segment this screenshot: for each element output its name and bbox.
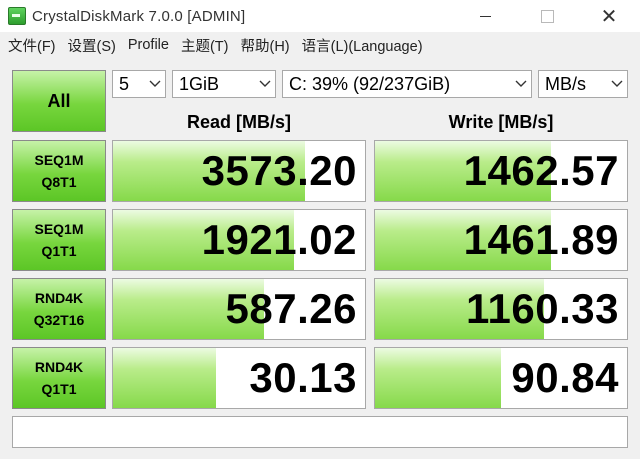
menu-settings[interactable]: 设置(S) — [62, 35, 122, 56]
write-value: 1461.89 — [463, 216, 619, 263]
write-value: 1160.33 — [465, 285, 619, 332]
menu-help[interactable]: 帮助(H) — [234, 35, 295, 56]
read-value: 3573.20 — [201, 147, 357, 194]
close-button[interactable]: ✕ — [578, 0, 640, 32]
all-button[interactable]: All — [12, 70, 106, 132]
test-button-seq1m-q1t1[interactable]: SEQ1M Q1T1 — [12, 209, 106, 271]
chevron-down-icon — [511, 71, 531, 97]
write-result-rnd4k-q1t1: 90.84 — [374, 347, 628, 409]
main-panel: All 5 1GiB C: 39% (92/237GiB) MB/s Read … — [0, 58, 640, 459]
write-bar — [375, 348, 501, 408]
read-value: 1921.02 — [201, 216, 357, 263]
read-value: 30.13 — [249, 354, 357, 401]
close-icon: ✕ — [600, 5, 618, 28]
chevron-down-icon — [607, 71, 627, 97]
write-result-seq1m-q8t1: 1462.57 — [374, 140, 628, 202]
minimize-icon — [479, 15, 491, 17]
maximize-button[interactable] — [516, 0, 578, 32]
test-label-line1: SEQ1M — [34, 221, 84, 237]
chevron-down-icon — [255, 71, 275, 97]
test-label-line1: RND4K — [34, 290, 84, 306]
read-result-seq1m-q1t1: 1921.02 — [112, 209, 366, 271]
write-value: 1462.57 — [463, 147, 619, 194]
read-value: 587.26 — [225, 285, 357, 332]
menu-profile[interactable]: Profile — [122, 37, 175, 53]
chevron-down-icon — [145, 71, 165, 97]
read-bar — [113, 348, 217, 408]
read-result-rnd4k-q1t1: 30.13 — [112, 347, 366, 409]
unit-value: MB/s — [545, 73, 587, 94]
menu-language[interactable]: 语言(L)(Language) — [296, 35, 429, 56]
size-select[interactable]: 1GiB — [172, 70, 276, 98]
test-label-line2: Q8T1 — [41, 174, 77, 190]
drive-value: C: 39% (92/237GiB) — [289, 73, 451, 94]
count-value: 5 — [119, 73, 130, 94]
read-result-seq1m-q8t1: 3573.20 — [112, 140, 366, 202]
test-label-line2: Q1T1 — [41, 243, 77, 259]
write-header: Write [MB/s] — [448, 111, 554, 132]
drive-select[interactable]: C: 39% (92/237GiB) — [282, 70, 532, 98]
read-header: Read [MB/s] — [186, 111, 291, 132]
test-button-rnd4k-q1t1[interactable]: RND4K Q1T1 — [12, 347, 106, 409]
title-bar: CrystalDiskMark 7.0.0 [ADMIN] ✕ — [0, 0, 640, 32]
write-value: 90.84 — [511, 354, 619, 401]
read-result-rnd4k-q32t16: 587.26 — [112, 278, 366, 340]
window-title: CrystalDiskMark 7.0.0 [ADMIN] — [32, 7, 246, 25]
minimize-button[interactable] — [454, 0, 516, 32]
write-result-seq1m-q1t1: 1461.89 — [374, 209, 628, 271]
test-label-line2: Q1T1 — [41, 381, 77, 397]
menu-bar: 文件(F) 设置(S) Profile 主题(T) 帮助(H) 语言(L)(La… — [0, 32, 640, 58]
count-select[interactable]: 5 — [112, 70, 166, 98]
write-result-rnd4k-q32t16: 1160.33 — [374, 278, 628, 340]
test-label-line2: Q32T16 — [33, 312, 85, 328]
test-label-line1: SEQ1M — [34, 152, 84, 168]
window-controls: ✕ — [454, 0, 640, 32]
menu-theme[interactable]: 主题(T) — [175, 35, 235, 56]
unit-select[interactable]: MB/s — [538, 70, 628, 98]
comment-field[interactable] — [12, 416, 628, 448]
size-value: 1GiB — [179, 73, 220, 94]
app-icon — [8, 7, 26, 25]
menu-file[interactable]: 文件(F) — [0, 35, 62, 56]
maximize-icon — [540, 9, 554, 23]
test-label-line1: RND4K — [34, 359, 84, 375]
test-button-rnd4k-q32t16[interactable]: RND4K Q32T16 — [12, 278, 106, 340]
test-button-seq1m-q8t1[interactable]: SEQ1M Q8T1 — [12, 140, 106, 202]
